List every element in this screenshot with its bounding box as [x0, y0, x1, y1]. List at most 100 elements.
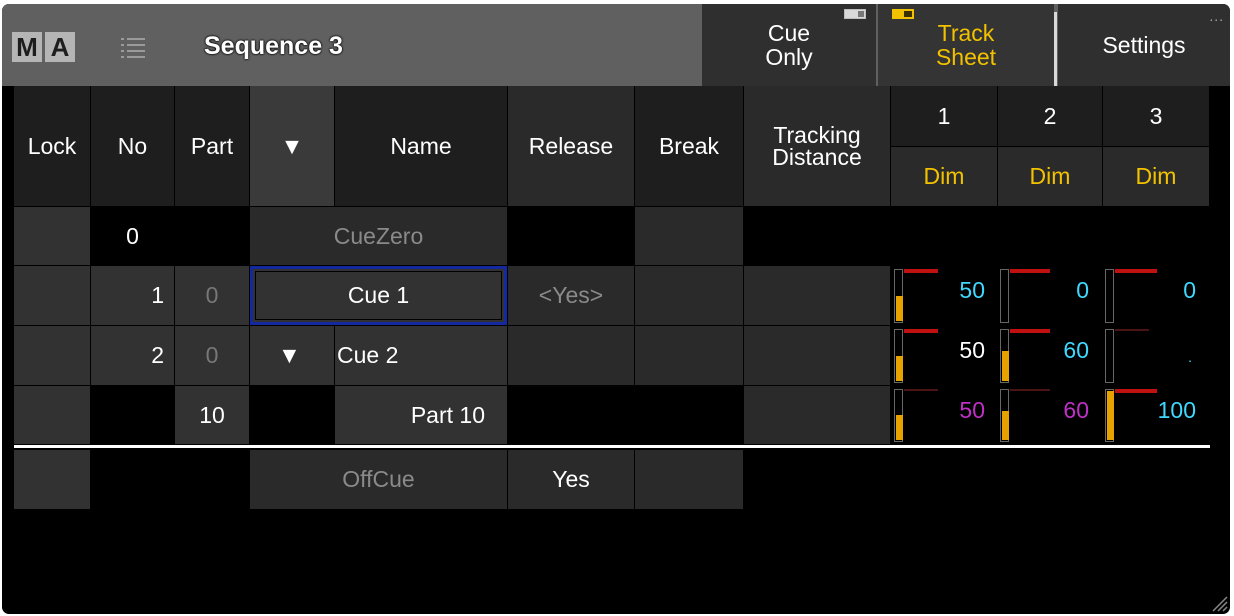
- part-number[interactable]: 0: [175, 326, 249, 385]
- value-text: 0: [1076, 277, 1089, 303]
- level-bar: [894, 389, 903, 442]
- collapse-arrow-icon[interactable]: ▼: [250, 326, 334, 385]
- logo-letter-a: A: [45, 32, 75, 62]
- change-marker: [1010, 269, 1050, 273]
- cue-name[interactable]: CueZero: [250, 207, 507, 265]
- cue-number[interactable]: 2: [91, 326, 174, 385]
- sequence-window: M A Sequence 3 Cue Only Track Sheet ... …: [2, 4, 1230, 614]
- track-sheet-label-2: Sheet: [935, 44, 997, 70]
- logo-letter-m: M: [12, 32, 42, 62]
- change-marker: [1010, 329, 1050, 333]
- level-fill: [896, 296, 903, 321]
- change-marker: [904, 389, 938, 391]
- level-bar: [1105, 329, 1114, 383]
- break-cell[interactable]: [635, 450, 743, 509]
- title-bar: M A Sequence 3 Cue Only Track Sheet ... …: [2, 4, 1230, 86]
- attribute-header-2[interactable]: Dim: [998, 147, 1102, 206]
- settings-label: Settings: [1102, 32, 1186, 58]
- cue-number[interactable]: 1: [91, 266, 174, 325]
- level-bar: [1000, 389, 1009, 442]
- break-cell[interactable]: [635, 266, 743, 325]
- tracking-cell[interactable]: [744, 386, 890, 444]
- value-cell[interactable]: 50: [894, 269, 995, 323]
- cue-only-button[interactable]: Cue Only: [702, 4, 876, 86]
- column-header-no[interactable]: No: [91, 86, 174, 206]
- tracking-cell[interactable]: [744, 326, 890, 385]
- change-marker: [904, 269, 938, 273]
- cue-name-selected[interactable]: Cue 1: [250, 266, 507, 325]
- settings-button[interactable]: ... Settings: [1058, 4, 1230, 86]
- value-cell[interactable]: 0: [1000, 269, 1099, 323]
- level-fill: [1002, 351, 1009, 381]
- column-header-lock[interactable]: Lock: [14, 86, 90, 206]
- track-sheet-label-1: Track: [937, 20, 995, 46]
- value-text: .: [1188, 349, 1192, 365]
- lock-cell[interactable]: [14, 207, 90, 265]
- value-cell[interactable]: 0: [1105, 269, 1206, 323]
- expand-all-arrow-icon[interactable]: ▼: [250, 86, 334, 206]
- level-bar: [1105, 389, 1114, 442]
- window-title: Sequence 3: [204, 32, 343, 60]
- level-fill: [896, 356, 903, 381]
- sequence-end-separator: [14, 445, 1210, 448]
- part-name[interactable]: Part 10: [335, 386, 507, 444]
- level-bar: [894, 269, 903, 323]
- more-dots-icon: ...: [1209, 8, 1224, 24]
- column-header-name[interactable]: Name: [335, 86, 507, 206]
- lock-cell[interactable]: [14, 266, 90, 325]
- value-cell[interactable]: 50: [894, 329, 995, 383]
- level-bar: [1000, 329, 1009, 383]
- column-header-break[interactable]: Break: [635, 86, 743, 206]
- tracking-label-2: Distance: [772, 144, 862, 170]
- ma-logo: M A: [12, 32, 75, 62]
- value-cell[interactable]: .: [1105, 329, 1206, 383]
- resize-grip-icon[interactable]: [1210, 594, 1228, 612]
- break-cell[interactable]: [635, 326, 743, 385]
- value-text: 60: [1063, 397, 1089, 423]
- change-marker: [904, 329, 938, 333]
- track-sheet-button[interactable]: Track Sheet: [878, 4, 1054, 86]
- change-marker: [1115, 269, 1157, 273]
- fixture-header-2[interactable]: 2: [998, 86, 1102, 146]
- value-text: 50: [959, 337, 985, 363]
- value-text: 0: [1183, 277, 1196, 303]
- part-number[interactable]: 0: [175, 266, 249, 325]
- cue-name[interactable]: Cue 2: [335, 326, 507, 385]
- part-number[interactable]: 10: [175, 386, 249, 444]
- level-fill: [1107, 391, 1114, 440]
- track-sheet-active-bar: [1054, 12, 1057, 86]
- attribute-header-1[interactable]: Dim: [891, 147, 997, 206]
- column-header-part[interactable]: Part: [175, 86, 249, 206]
- change-marker: [1010, 389, 1050, 391]
- release-cell[interactable]: <Yes>: [508, 266, 634, 325]
- cue-number[interactable]: 0: [91, 207, 174, 265]
- value-cell[interactable]: 100: [1105, 389, 1206, 442]
- column-header-release[interactable]: Release: [508, 86, 634, 206]
- attribute-header-3[interactable]: Dim: [1103, 147, 1209, 206]
- lock-cell[interactable]: [14, 326, 90, 385]
- fixture-header-1[interactable]: 1: [891, 86, 997, 146]
- fixture-header-3[interactable]: 3: [1103, 86, 1209, 146]
- list-icon[interactable]: [121, 36, 145, 58]
- level-fill: [1002, 411, 1009, 440]
- value-text: 50: [959, 397, 985, 423]
- value-cell[interactable]: 50: [894, 389, 995, 442]
- cue-only-indicator-icon: [844, 9, 866, 19]
- value-text: 100: [1157, 397, 1196, 423]
- level-fill: [896, 415, 903, 440]
- value-cell[interactable]: 60: [1000, 389, 1099, 442]
- release-cell[interactable]: [508, 326, 634, 385]
- offcue-name[interactable]: OffCue: [250, 450, 507, 509]
- break-cell[interactable]: [635, 207, 743, 265]
- value-text: 50: [959, 277, 985, 303]
- cue-only-label-1: Cue: [767, 20, 811, 46]
- offcue-release[interactable]: Yes: [508, 450, 634, 509]
- change-marker: [1115, 389, 1157, 393]
- lock-cell[interactable]: [14, 386, 90, 444]
- level-bar: [1105, 269, 1114, 323]
- value-cell[interactable]: 60: [1000, 329, 1099, 383]
- value-text: 60: [1063, 337, 1089, 363]
- lock-cell[interactable]: [14, 450, 90, 509]
- tracking-cell[interactable]: [744, 266, 890, 325]
- column-header-tracking-distance[interactable]: Tracking Distance: [744, 86, 890, 206]
